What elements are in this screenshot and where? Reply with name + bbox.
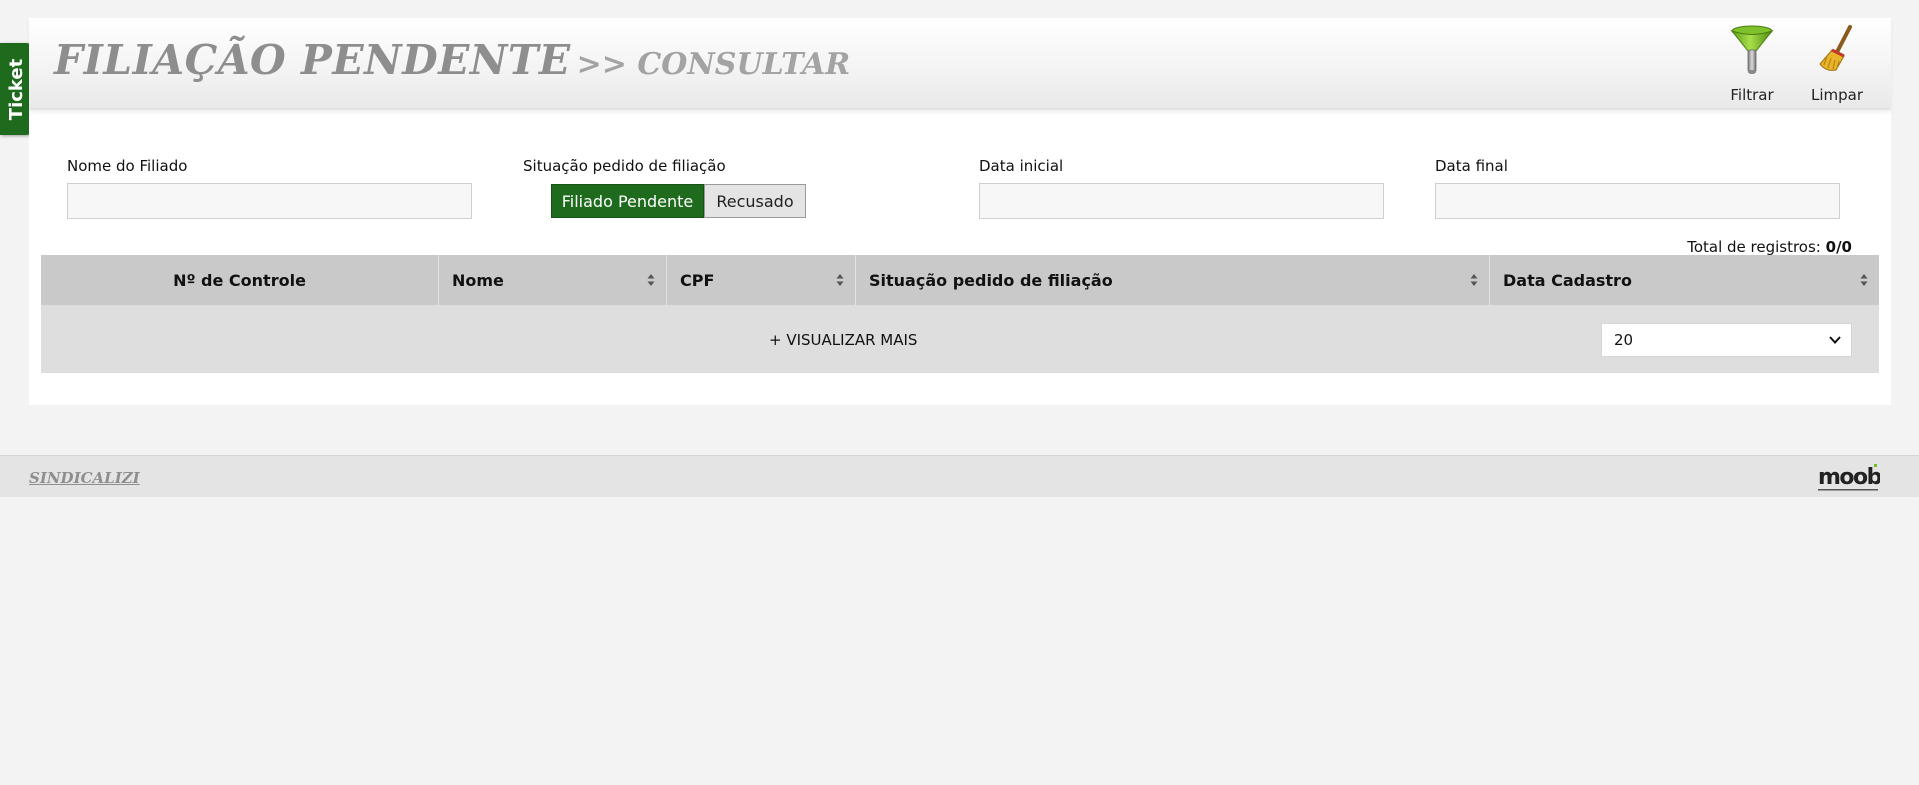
filter-button-label: Filtrar [1730, 86, 1774, 104]
moobi-logo: moobi [1818, 464, 1880, 491]
clear-button[interactable]: Limpar [1797, 24, 1877, 104]
column-header-data-cadastro[interactable]: Data Cadastro [1490, 255, 1879, 305]
total-registros: Total de registros: 0/0 [1687, 238, 1852, 256]
column-header-label: Nome [452, 270, 504, 290]
sort-icon [1860, 274, 1868, 286]
page-size-select[interactable]: 20 [1601, 323, 1852, 357]
nome-filiado-input[interactable] [67, 183, 472, 219]
ticket-tab-label: Ticket [6, 58, 28, 120]
sort-icon [836, 274, 844, 286]
column-header-nome[interactable]: Nome [439, 255, 667, 305]
data-inicial-input[interactable] [979, 183, 1384, 219]
table-header: Nº de Controle Nome CPF Situação pedido … [41, 255, 1879, 305]
chevron-down-icon [1829, 336, 1841, 344]
page-header: FILIAÇÃO PENDENTE >> CONSULTAR Filtrar L… [29, 18, 1891, 110]
sort-icon [647, 274, 655, 286]
column-header-cpf[interactable]: CPF [667, 255, 856, 305]
situacao-recusado-button[interactable]: Recusado [704, 184, 806, 218]
data-final-input[interactable] [1435, 183, 1840, 219]
column-header-situacao[interactable]: Situação pedido de filiação [856, 255, 1490, 305]
page-size-value: 20 [1614, 331, 1634, 349]
column-header-label: Data Cadastro [1503, 270, 1632, 290]
footer: SINDICALIZI moobi [0, 455, 1919, 497]
view-more-link[interactable]: + VISUALIZAR MAIS [769, 331, 917, 349]
data-inicial-label: Data inicial [979, 157, 1064, 175]
filter-button[interactable]: Filtrar [1712, 24, 1792, 104]
column-header-label: Situação pedido de filiação [869, 270, 1113, 290]
situacao-filiado-pendente-button[interactable]: Filiado Pendente [551, 184, 704, 218]
column-header-label: CPF [680, 270, 715, 290]
total-registros-value: 0/0 [1825, 238, 1852, 256]
page-title-main: FILIAÇÃO PENDENTE [54, 36, 571, 84]
page-title: FILIAÇÃO PENDENTE >> CONSULTAR [54, 36, 850, 84]
sort-icon [1470, 274, 1478, 286]
total-registros-label: Total de registros: [1687, 238, 1821, 256]
column-header-controle[interactable]: Nº de Controle [41, 255, 439, 305]
clear-button-label: Limpar [1810, 86, 1864, 104]
results-table: Nº de Controle Nome CPF Situação pedido … [41, 255, 1879, 373]
broom-icon [1819, 25, 1852, 71]
footer-brand-link[interactable]: SINDICALIZI [29, 469, 140, 487]
data-final-label: Data final [1435, 157, 1508, 175]
column-header-label: Nº de Controle [173, 270, 306, 290]
main-panel: FILIAÇÃO PENDENTE >> CONSULTAR Filtrar L… [29, 18, 1891, 405]
nome-filiado-label: Nome do Filiado [67, 157, 188, 175]
situacao-label: Situação pedido de filiação [523, 157, 726, 175]
funnel-icon [1730, 25, 1774, 74]
moobi-logo-text: moobi [1818, 465, 1880, 490]
page-title-sub: >> CONSULTAR [576, 47, 851, 82]
